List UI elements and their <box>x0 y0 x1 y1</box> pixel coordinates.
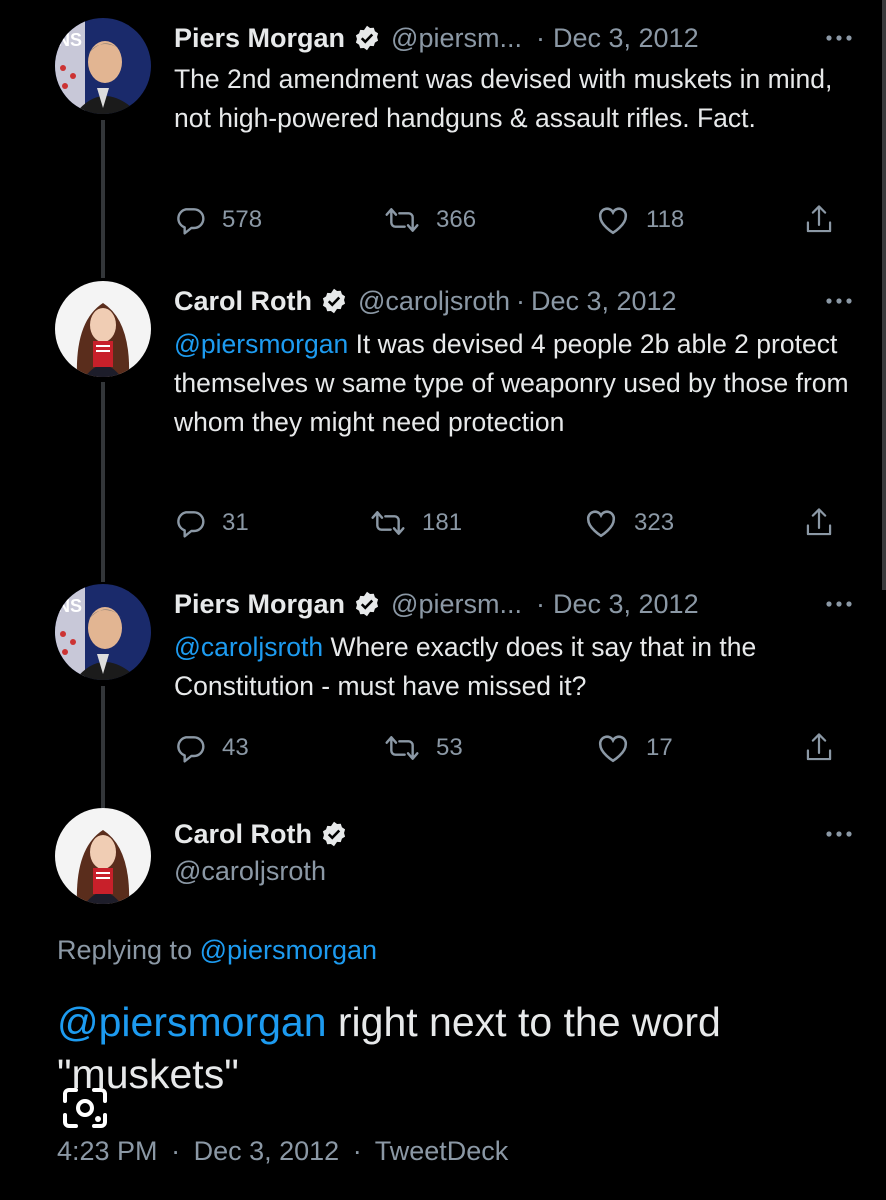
scrollbar[interactable] <box>882 0 886 590</box>
reply-button[interactable]: 578 <box>174 200 262 240</box>
reply-icon <box>177 208 205 235</box>
thread-line <box>101 382 105 582</box>
reply-button[interactable]: 43 <box>174 728 249 768</box>
tweet-date[interactable]: Dec 3, 2012 <box>531 286 677 317</box>
author-handle[interactable]: @caroljsroth <box>174 856 326 887</box>
verified-badge-icon <box>355 25 379 51</box>
replying-to: Replying to @piersmorgan <box>57 935 377 966</box>
avatar-carol[interactable] <box>55 281 151 377</box>
more-icon[interactable] <box>822 584 856 624</box>
mention-link[interactable]: @piersmorgan <box>174 329 348 359</box>
tweet-text: @piersmorgan It was devised 4 people 2b … <box>174 325 854 442</box>
lens-search-icon[interactable] <box>60 1085 110 1131</box>
separator: · <box>535 588 545 619</box>
tweet-meta: 4:23 PM · Dec 3, 2012 · TweetDeck <box>57 1136 508 1167</box>
avatar-carol[interactable] <box>55 808 151 904</box>
like-button[interactable]: 323 <box>584 503 674 543</box>
author-name[interactable]: Carol Roth <box>174 286 312 317</box>
svg-text:NS: NS <box>57 30 82 50</box>
like-icon <box>586 510 616 538</box>
like-button[interactable]: 118 <box>596 200 684 240</box>
tweet-date[interactable]: Dec 3, 2012 <box>194 1136 340 1166</box>
like-button[interactable]: 17 <box>596 728 673 768</box>
avatar-piers[interactable]: NS <box>55 584 151 680</box>
share-icon <box>806 205 832 233</box>
retweet-icon <box>385 736 419 760</box>
avatar-piers[interactable]: NS <box>55 18 151 114</box>
separator: · <box>515 285 525 316</box>
retweet-count: 181 <box>422 509 463 536</box>
retweet-button[interactable]: 53 <box>384 728 463 768</box>
more-icon[interactable] <box>822 18 856 58</box>
tweet-text: The 2nd amendment was devised with muske… <box>174 60 854 138</box>
author-handle[interactable]: @piersm... <box>391 589 522 620</box>
tweet-actions: 43 53 17 <box>174 728 844 768</box>
verified-badge-icon <box>322 288 346 314</box>
separator: · <box>352 1136 362 1166</box>
tweet-date[interactable]: Dec 3, 2012 <box>553 589 699 620</box>
retweet-button[interactable]: 366 <box>384 200 476 240</box>
separator: · <box>535 22 545 53</box>
more-icon[interactable] <box>822 281 856 321</box>
svg-text:NS: NS <box>57 596 82 616</box>
tweet-actions: 31 181 323 <box>174 503 844 543</box>
like-count: 17 <box>646 734 673 761</box>
tweet-actions: 578 366 118 <box>174 200 844 240</box>
tweet-header: Piers Morgan @piersm... · Dec 3, 2012 <box>174 584 856 624</box>
reply-icon <box>177 511 205 538</box>
more-icon[interactable] <box>822 814 856 854</box>
share-icon <box>806 733 832 761</box>
author-name[interactable]: Piers Morgan <box>174 589 345 620</box>
tweet-header: Piers Morgan @piersm... · Dec 3, 2012 <box>174 18 856 58</box>
like-icon <box>598 207 628 235</box>
like-count: 118 <box>646 206 685 233</box>
thread-line <box>101 686 105 808</box>
tweet-date[interactable]: Dec 3, 2012 <box>553 23 699 54</box>
tweet-text-content: The 2nd amendment was devised with muske… <box>174 64 833 133</box>
reply-count: 43 <box>222 734 249 761</box>
retweet-count: 53 <box>436 734 463 761</box>
verified-badge-icon <box>322 821 346 847</box>
author-handle[interactable]: @caroljsroth <box>358 286 510 317</box>
reply-icon <box>177 736 205 763</box>
reply-count: 578 <box>222 206 263 233</box>
thread-line <box>101 120 105 278</box>
like-count: 323 <box>634 509 675 536</box>
main-tweet-text: @piersmorgan right next to the word "mus… <box>57 996 857 1100</box>
mention-link[interactable]: @caroljsroth <box>174 632 323 662</box>
retweet-button[interactable]: 181 <box>370 503 462 543</box>
author-name[interactable]: Carol Roth <box>174 819 312 850</box>
reply-count: 31 <box>222 509 249 536</box>
share-button[interactable] <box>804 728 834 768</box>
retweet-icon <box>385 208 419 232</box>
share-icon <box>806 508 832 536</box>
share-button[interactable] <box>804 503 834 543</box>
mention-link[interactable]: @piersmorgan <box>57 999 327 1045</box>
tweet-header: Carol Roth @caroljsroth · Dec 3, 2012 <box>174 281 856 321</box>
share-button[interactable] <box>804 200 834 240</box>
like-icon <box>598 735 628 763</box>
tweet-time[interactable]: 4:23 PM <box>57 1136 158 1166</box>
author-handle[interactable]: @piersm... <box>391 23 522 54</box>
retweet-icon <box>371 511 405 535</box>
separator: · <box>171 1136 181 1166</box>
tweet-text: @caroljsroth Where exactly does it say t… <box>174 628 854 706</box>
verified-badge-icon <box>355 591 379 617</box>
retweet-count: 366 <box>436 206 477 233</box>
reply-button[interactable]: 31 <box>174 503 249 543</box>
tweet-source[interactable]: TweetDeck <box>375 1136 509 1166</box>
replying-prefix: Replying to <box>57 935 200 965</box>
replying-to-link[interactable]: @piersmorgan <box>200 935 377 965</box>
author-name[interactable]: Piers Morgan <box>174 23 345 54</box>
main-tweet-header: Carol Roth <box>174 814 856 854</box>
